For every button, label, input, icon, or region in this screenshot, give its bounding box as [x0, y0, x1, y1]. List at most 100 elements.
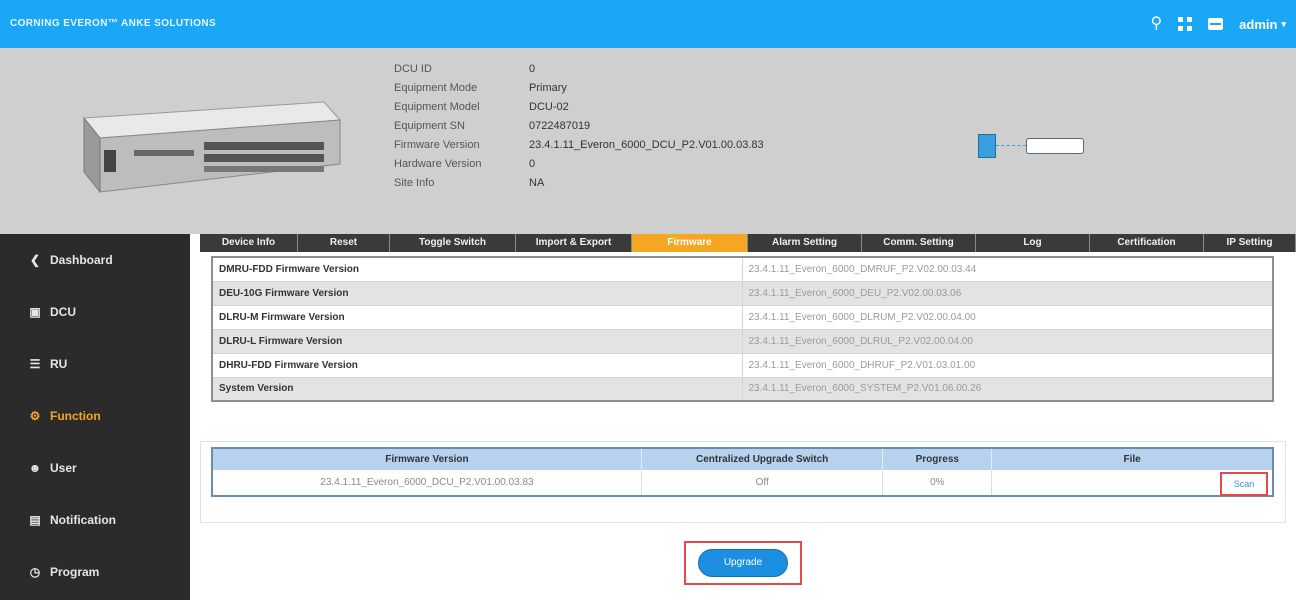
tab-toggle-switch[interactable]: Toggle Switch — [390, 234, 516, 252]
sidebar-item-dashboard[interactable]: ❮ Dashboard — [0, 234, 190, 286]
info-row: DCU ID 0 — [394, 60, 764, 79]
sidebar-item-label: Dashboard — [50, 253, 113, 267]
tab-firmware[interactable]: Firmware — [632, 234, 748, 252]
user-icon: ☻ — [28, 461, 42, 475]
version-name: DLRU-M Firmware Version — [212, 305, 743, 330]
info-value: DCU-02 — [529, 101, 569, 113]
chevron-down-icon: ▾ — [1281, 18, 1286, 29]
version-value: 23.4.1.11_Everon_6000_DEU_P2.V02.00.03.0… — [742, 281, 1273, 306]
version-name: DMRU-FDD Firmware Version — [212, 257, 743, 282]
firmware-version-table: DMRU-FDD Firmware Version 23.4.1.11_Ever… — [211, 256, 1274, 402]
info-key: DCU ID — [394, 63, 432, 75]
sidebar-item-label: RU — [50, 357, 68, 371]
tab-log[interactable]: Log — [976, 234, 1090, 252]
info-value: 0 — [529, 63, 536, 75]
column-header: Firmware Version — [212, 448, 642, 470]
tab-ip-setting[interactable]: IP Setting — [1204, 234, 1296, 252]
upgrade-table: Firmware Version Centralized Upgrade Swi… — [211, 447, 1274, 497]
share-icon: ❮ — [29, 253, 41, 267]
message-icon[interactable] — [1208, 18, 1224, 30]
table-row: DMRU-FDD Firmware Version 23.4.1.11_Ever… — [212, 257, 1273, 282]
scan-button[interactable]: Scan — [1220, 472, 1268, 496]
info-key: Firmware Version — [394, 139, 480, 151]
progress-cell: 0% — [882, 470, 993, 496]
info-row: Equipment Mode Primary — [394, 79, 764, 98]
sidebar: ❮ Dashboard ▣ DCU ☰ RU ⚙ Function ☻ User… — [0, 234, 190, 600]
table-row: DEU-10G Firmware Version 23.4.1.11_Evero… — [212, 281, 1273, 306]
info-key: Equipment SN — [394, 120, 465, 132]
info-row: Equipment SN 0722487019 — [394, 117, 764, 136]
tab-bar: Device Info Reset Toggle Switch Import &… — [200, 234, 1296, 252]
sidebar-item-label: User — [50, 461, 77, 475]
sidebar-item-notification[interactable]: ▤ Notification — [0, 494, 190, 546]
version-name: DEU-10G Firmware Version — [212, 281, 743, 306]
list-icon: ☰ — [29, 357, 41, 371]
version-value: 23.4.1.11_Everon_6000_DHRUF_P2.V01.03.01… — [742, 353, 1273, 378]
file-cell: Scan — [991, 470, 1274, 496]
info-row: Firmware Version 23.4.1.11_Everon_6000_D… — [394, 136, 764, 155]
sidebar-item-ru[interactable]: ☰ RU — [0, 338, 190, 390]
info-key: Equipment Model — [394, 101, 480, 113]
info-value: 0722487019 — [529, 120, 591, 132]
sidebar-item-label: DCU — [50, 305, 76, 319]
version-value: 23.4.1.11_Everon_6000_SYSTEM_P2.V01.06.0… — [742, 377, 1273, 402]
topology-link — [996, 145, 1026, 146]
table-row: DLRU-L Firmware Version 23.4.1.11_Everon… — [212, 329, 1273, 354]
table-row: DLRU-M Firmware Version 23.4.1.11_Everon… — [212, 305, 1273, 330]
version-name: DLRU-L Firmware Version — [212, 329, 743, 354]
gear-icon: ⚙ — [29, 409, 41, 423]
user-name: admin — [1239, 16, 1278, 32]
info-key: Hardware Version — [394, 158, 482, 170]
upgrade-button[interactable]: Upgrade — [698, 549, 788, 577]
info-row: Site Info NA — [394, 174, 764, 193]
monitor-icon: ▣ — [29, 305, 41, 319]
info-value: Primary — [529, 82, 567, 94]
device-info: DCU ID 0 Equipment Mode Primary Equipmen… — [394, 60, 764, 193]
info-row: Hardware Version 0 — [394, 155, 764, 174]
upgrade-switch-toggle[interactable]: Off — [641, 470, 884, 496]
sidebar-item-user[interactable]: ☻ User — [0, 442, 190, 494]
upgrade-button-highlight: Upgrade — [684, 541, 802, 585]
info-value: 0 — [529, 158, 536, 170]
version-name: DHRU-FDD Firmware Version — [212, 353, 743, 378]
search-icon[interactable]: ⚲ — [1150, 14, 1162, 34]
top-bar: CORNING EVERON™ ANKE SOLUTIONS ⚲ admin ▾ — [0, 0, 1296, 48]
top-actions: ⚲ admin ▾ — [1150, 12, 1286, 36]
column-header: File — [991, 448, 1274, 470]
tab-import-export[interactable]: Import & Export — [516, 234, 632, 252]
table-row: DHRU-FDD Firmware Version 23.4.1.11_Ever… — [212, 353, 1273, 378]
table-row: 23.4.1.11_Everon_6000_DCU_P2.V01.00.03.8… — [212, 470, 1274, 496]
info-value: NA — [529, 177, 545, 189]
clock-icon: ◷ — [29, 565, 41, 579]
info-row: Equipment Model DCU-02 — [394, 98, 764, 117]
tab-alarm-setting[interactable]: Alarm Setting — [748, 234, 862, 252]
table-row: System Version 23.4.1.11_Everon_6000_SYS… — [212, 377, 1273, 402]
info-value: 23.4.1.11_Everon_6000_DCU_P2.V01.00.03.8… — [529, 139, 764, 151]
notification-icon: ▤ — [29, 513, 41, 527]
version-value: 23.4.1.11_Everon_6000_DLRUM_P2.V02.00.04… — [742, 305, 1273, 330]
topology-remote-node[interactable] — [1026, 138, 1084, 154]
sidebar-item-label: Notification — [50, 513, 116, 527]
column-header: Progress — [882, 448, 993, 470]
firmware-version-cell: 23.4.1.11_Everon_6000_DCU_P2.V01.00.03.8… — [212, 470, 642, 496]
user-menu[interactable]: admin ▾ — [1239, 17, 1286, 32]
sidebar-item-label: Program — [50, 565, 100, 579]
device-image — [83, 101, 342, 194]
grid-icon[interactable] — [1178, 17, 1193, 31]
version-name: System Version — [212, 377, 743, 402]
version-value: 23.4.1.11_Everon_6000_DMRUF_P2.V02.00.03… — [742, 257, 1273, 282]
sidebar-item-program[interactable]: ◷ Program — [0, 546, 190, 598]
brand-title: CORNING EVERON™ ANKE SOLUTIONS — [10, 18, 217, 29]
tab-reset[interactable]: Reset — [298, 234, 390, 252]
column-header: Centralized Upgrade Switch — [641, 448, 884, 470]
topology-diagram[interactable] — [978, 134, 1088, 158]
tab-device-info[interactable]: Device Info — [200, 234, 298, 252]
topology-dcu-node[interactable] — [978, 134, 996, 158]
device-header: DCU ID 0 Equipment Mode Primary Equipmen… — [0, 48, 1296, 234]
tab-certification[interactable]: Certification — [1090, 234, 1204, 252]
sidebar-item-dcu[interactable]: ▣ DCU — [0, 286, 190, 338]
sidebar-item-label: Function — [50, 409, 101, 423]
info-key: Equipment Mode — [394, 82, 478, 94]
sidebar-item-function[interactable]: ⚙ Function — [0, 390, 190, 442]
tab-comm-setting[interactable]: Comm. Setting — [862, 234, 976, 252]
